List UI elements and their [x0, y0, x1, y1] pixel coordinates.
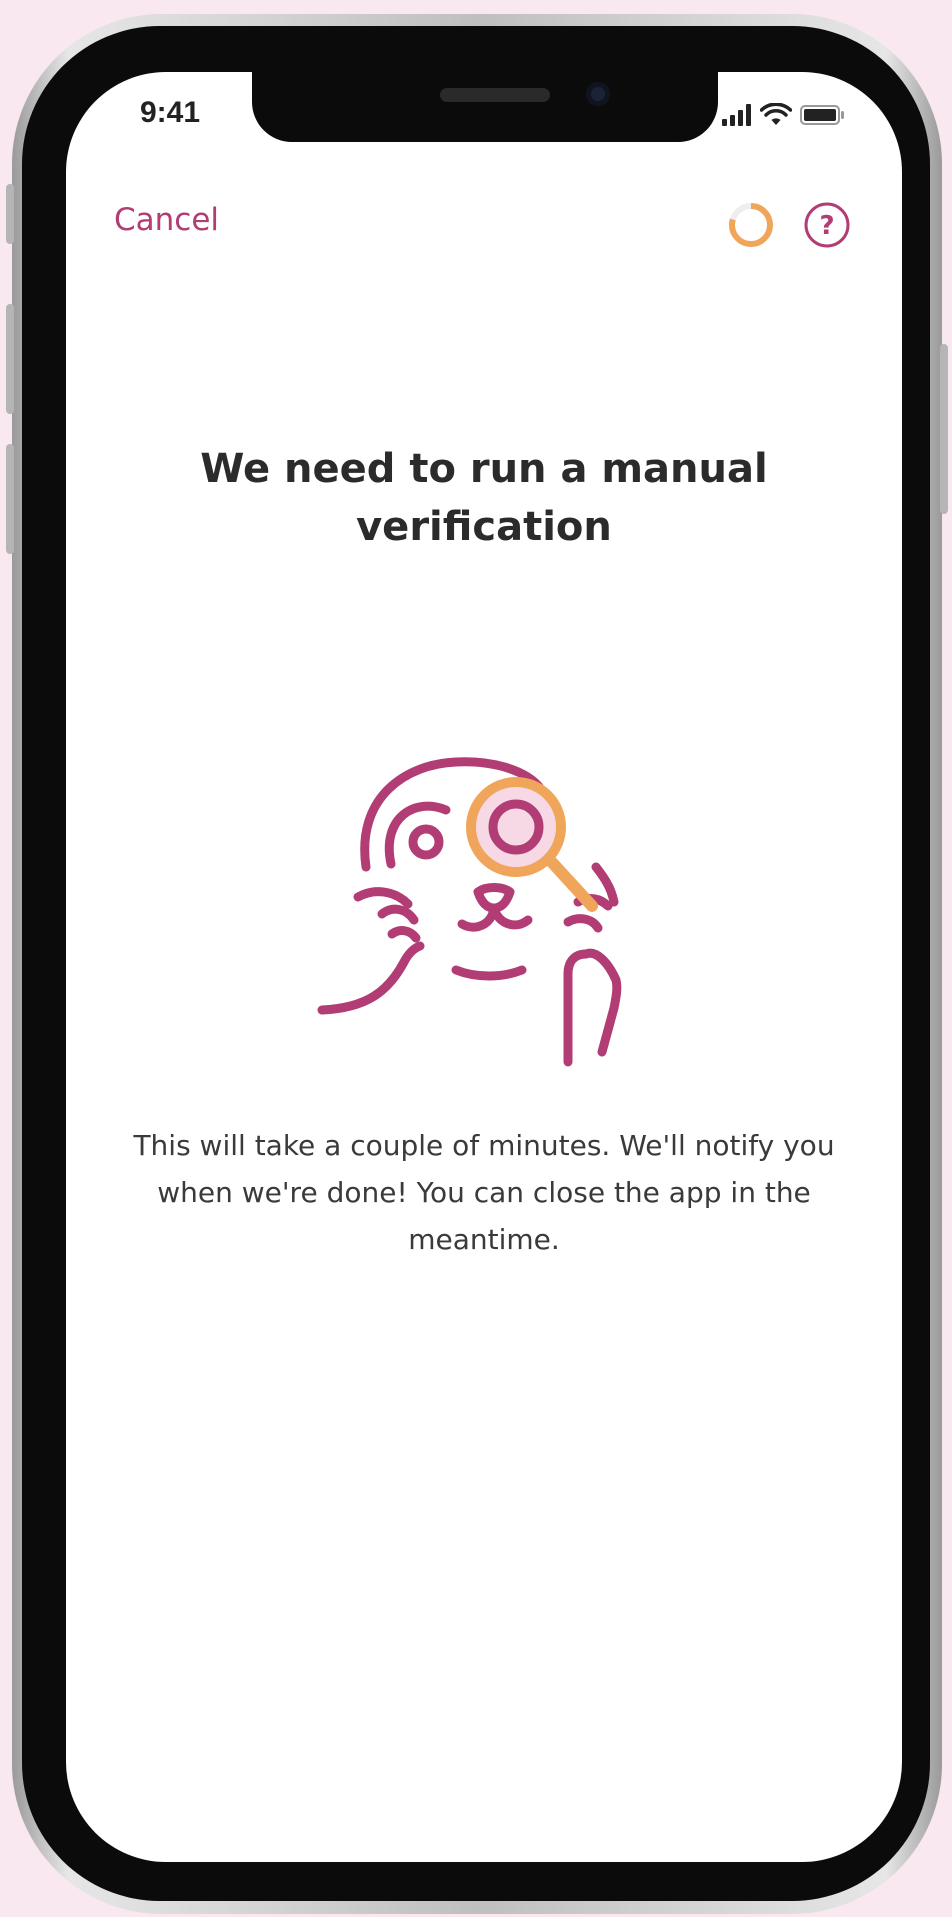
side-button — [6, 184, 14, 244]
svg-text:?: ? — [819, 211, 834, 241]
volume-up-button — [6, 304, 14, 414]
page-title: We need to run a manual verification — [200, 446, 768, 550]
battery-icon — [800, 105, 844, 125]
status-time: 9:41 — [140, 96, 201, 129]
volume-down-button — [6, 444, 14, 554]
status-icons — [722, 100, 846, 130]
info-message: This will take a couple of minutes. We'l… — [133, 1129, 835, 1256]
wifi-icon — [760, 103, 792, 125]
seal-with-magnifier-illustration — [317, 757, 622, 1067]
power-button — [940, 344, 948, 514]
notch — [252, 72, 718, 142]
signal-icon — [722, 104, 751, 126]
cancel-button[interactable]: Cancel — [114, 202, 219, 238]
progress-ring-icon — [729, 203, 773, 247]
app-screen: 9:41 Cancel ? We need to run a manual ve… — [66, 72, 902, 1862]
speaker-grille — [440, 88, 550, 102]
front-camera — [586, 82, 610, 106]
help-icon[interactable]: ? — [802, 200, 852, 250]
